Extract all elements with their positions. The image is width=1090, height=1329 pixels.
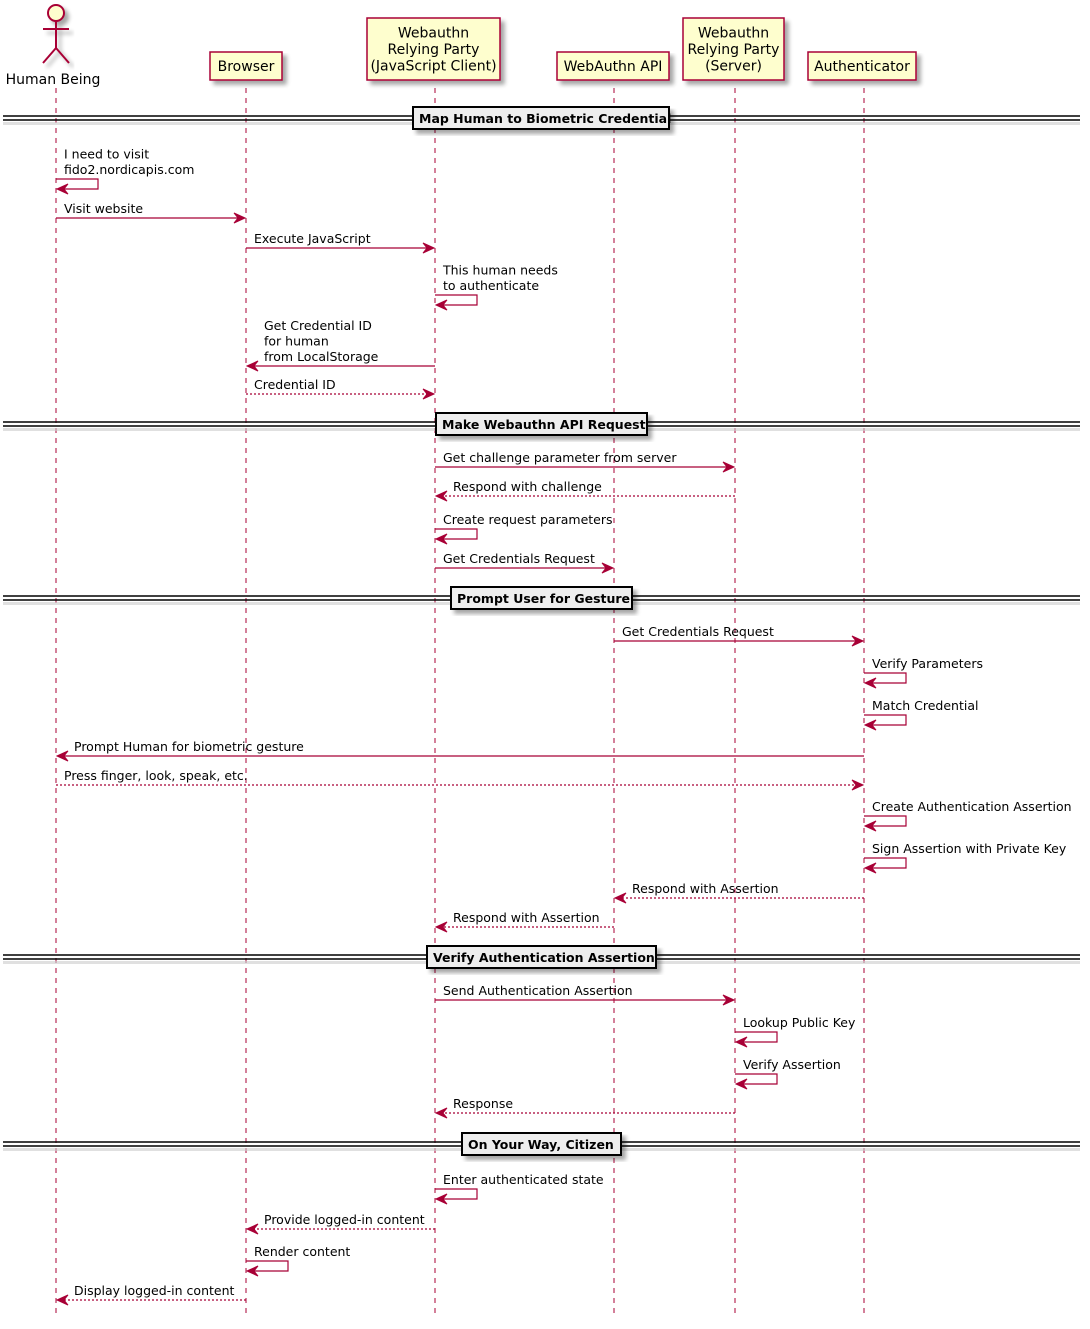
participant-label: Relying Party <box>688 42 780 58</box>
self-message: Verify Assertion <box>734 1057 841 1090</box>
message-label: Response <box>453 1096 513 1111</box>
participant-browser: Browser <box>209 51 283 81</box>
message-label: Get challenge parameter from server <box>443 450 677 465</box>
actor-icon <box>42 4 70 64</box>
participant-label: Human Being <box>6 72 101 88</box>
divider-label: Verify Authentication Assertion <box>433 950 655 965</box>
message: Respond with Assertion <box>434 910 614 933</box>
arrow-head-icon <box>613 892 627 904</box>
self-message: Lookup Public Key <box>734 1015 856 1048</box>
message-label: Create Authentication Assertion <box>872 799 1072 814</box>
message: Get Credentials Request <box>435 551 615 574</box>
message-label: Send Authentication Assertion <box>443 983 633 998</box>
message-label: Render content <box>254 1244 350 1259</box>
message: Press finger, look, speak, etc. <box>56 768 865 791</box>
participant-label: (Server) <box>705 59 762 75</box>
message-label: Credential ID <box>254 377 336 392</box>
participant-human: Human Being <box>6 4 101 88</box>
message-label: Enter authenticated state <box>443 1172 604 1187</box>
message-label: for human <box>264 334 329 349</box>
arrow-head-icon <box>422 388 436 400</box>
participant-rpjs: WebauthnRelying Party(JavaScript Client) <box>366 17 501 81</box>
message: Get challenge parameter from server <box>435 450 736 473</box>
message-label: to authenticate <box>443 278 539 293</box>
section-divider: On Your Way, Citizen <box>3 1132 1080 1156</box>
section-divider: Verify Authentication Assertion <box>3 945 1080 969</box>
message-label: Lookup Public Key <box>743 1015 856 1030</box>
self-message: Match Credential <box>863 698 978 731</box>
message: Provide logged-in content <box>245 1212 435 1235</box>
message-label: fido2.nordicapis.com <box>64 162 194 177</box>
message-label: Match Credential <box>872 698 978 713</box>
message: Response <box>434 1096 735 1119</box>
section-divider: Make Webauthn API Request <box>3 412 1080 436</box>
sequence-diagram: Human BeingBrowserWebauthnRelying Party(… <box>3 4 1080 1318</box>
message-label: Provide logged-in content <box>264 1212 425 1227</box>
divider-label: Prompt User for Gesture <box>457 591 630 606</box>
participant-label: Browser <box>218 59 275 75</box>
message: Credential ID <box>246 377 436 400</box>
self-message: Render content <box>245 1244 350 1277</box>
message: Visit website <box>56 201 247 224</box>
message-label: This human needs <box>442 263 558 278</box>
arrow-head-icon <box>245 1223 259 1235</box>
participant-label: Webauthn <box>398 26 469 42</box>
divider-label: Make Webauthn API Request <box>442 417 646 432</box>
sequence-steps: Map Human to Biometric Credential I need … <box>3 106 1080 1306</box>
message-label: Visit website <box>64 201 143 216</box>
participant-label: Webauthn <box>698 26 769 42</box>
self-message: Verify Parameters <box>863 656 983 689</box>
message: Respond with Assertion <box>613 881 864 904</box>
message: Get Credentials Request <box>614 624 865 647</box>
message-label: Sign Assertion with Private Key <box>872 841 1067 856</box>
message-label: Respond with Assertion <box>632 881 779 896</box>
arrow-head-icon <box>55 1294 69 1306</box>
message-label: Prompt Human for biometric gesture <box>74 739 304 754</box>
message-label: Verify Assertion <box>743 1057 841 1072</box>
self-message: I need to visitfido2.nordicapis.com <box>55 147 194 195</box>
message: Get Credential IDfor humanfrom LocalStor… <box>245 318 435 372</box>
message-label: Verify Parameters <box>872 656 983 671</box>
message-label: Get Credentials Request <box>443 551 595 566</box>
participant-rps: WebauthnRelying Party(Server) <box>682 17 785 81</box>
message: Respond with challenge <box>434 479 735 502</box>
message-label: Get Credential ID <box>264 318 372 333</box>
message-label: Execute JavaScript <box>254 231 371 246</box>
message-label: Display logged-in content <box>74 1283 234 1298</box>
participant-heads: Human BeingBrowserWebauthnRelying Party(… <box>6 4 917 88</box>
message-label: I need to visit <box>64 147 149 162</box>
message-label: Press finger, look, speak, etc. <box>64 768 248 783</box>
message-label: Respond with Assertion <box>453 910 600 925</box>
participant-label: (JavaScript Client) <box>370 59 496 75</box>
message: Execute JavaScript <box>246 231 436 254</box>
section-divider: Prompt User for Gesture <box>3 586 1080 610</box>
message: Prompt Human for biometric gesture <box>55 739 864 762</box>
participant-auth: Authenticator <box>807 51 917 81</box>
message-label: from LocalStorage <box>264 349 379 364</box>
participant-label: Relying Party <box>388 42 480 58</box>
self-message: Create Authentication Assertion <box>863 799 1072 832</box>
self-message: Sign Assertion with Private Key <box>863 841 1067 874</box>
message: Send Authentication Assertion <box>435 983 736 1006</box>
divider-label: Map Human to Biometric Credential <box>419 111 671 126</box>
message-label: Respond with challenge <box>453 479 602 494</box>
message: Display logged-in content <box>55 1283 246 1306</box>
participant-label: Authenticator <box>814 59 910 75</box>
self-message: Create request parameters <box>434 512 613 545</box>
message-label: Get Credentials Request <box>622 624 774 639</box>
participant-label: WebAuthn API <box>564 59 663 75</box>
section-divider: Map Human to Biometric Credential <box>3 106 1080 130</box>
participant-api: WebAuthn API <box>556 51 670 81</box>
message-label: Create request parameters <box>443 512 613 527</box>
divider-label: On Your Way, Citizen <box>468 1137 614 1152</box>
self-message: This human needsto authenticate <box>434 263 558 311</box>
self-message: Enter authenticated state <box>434 1172 604 1205</box>
